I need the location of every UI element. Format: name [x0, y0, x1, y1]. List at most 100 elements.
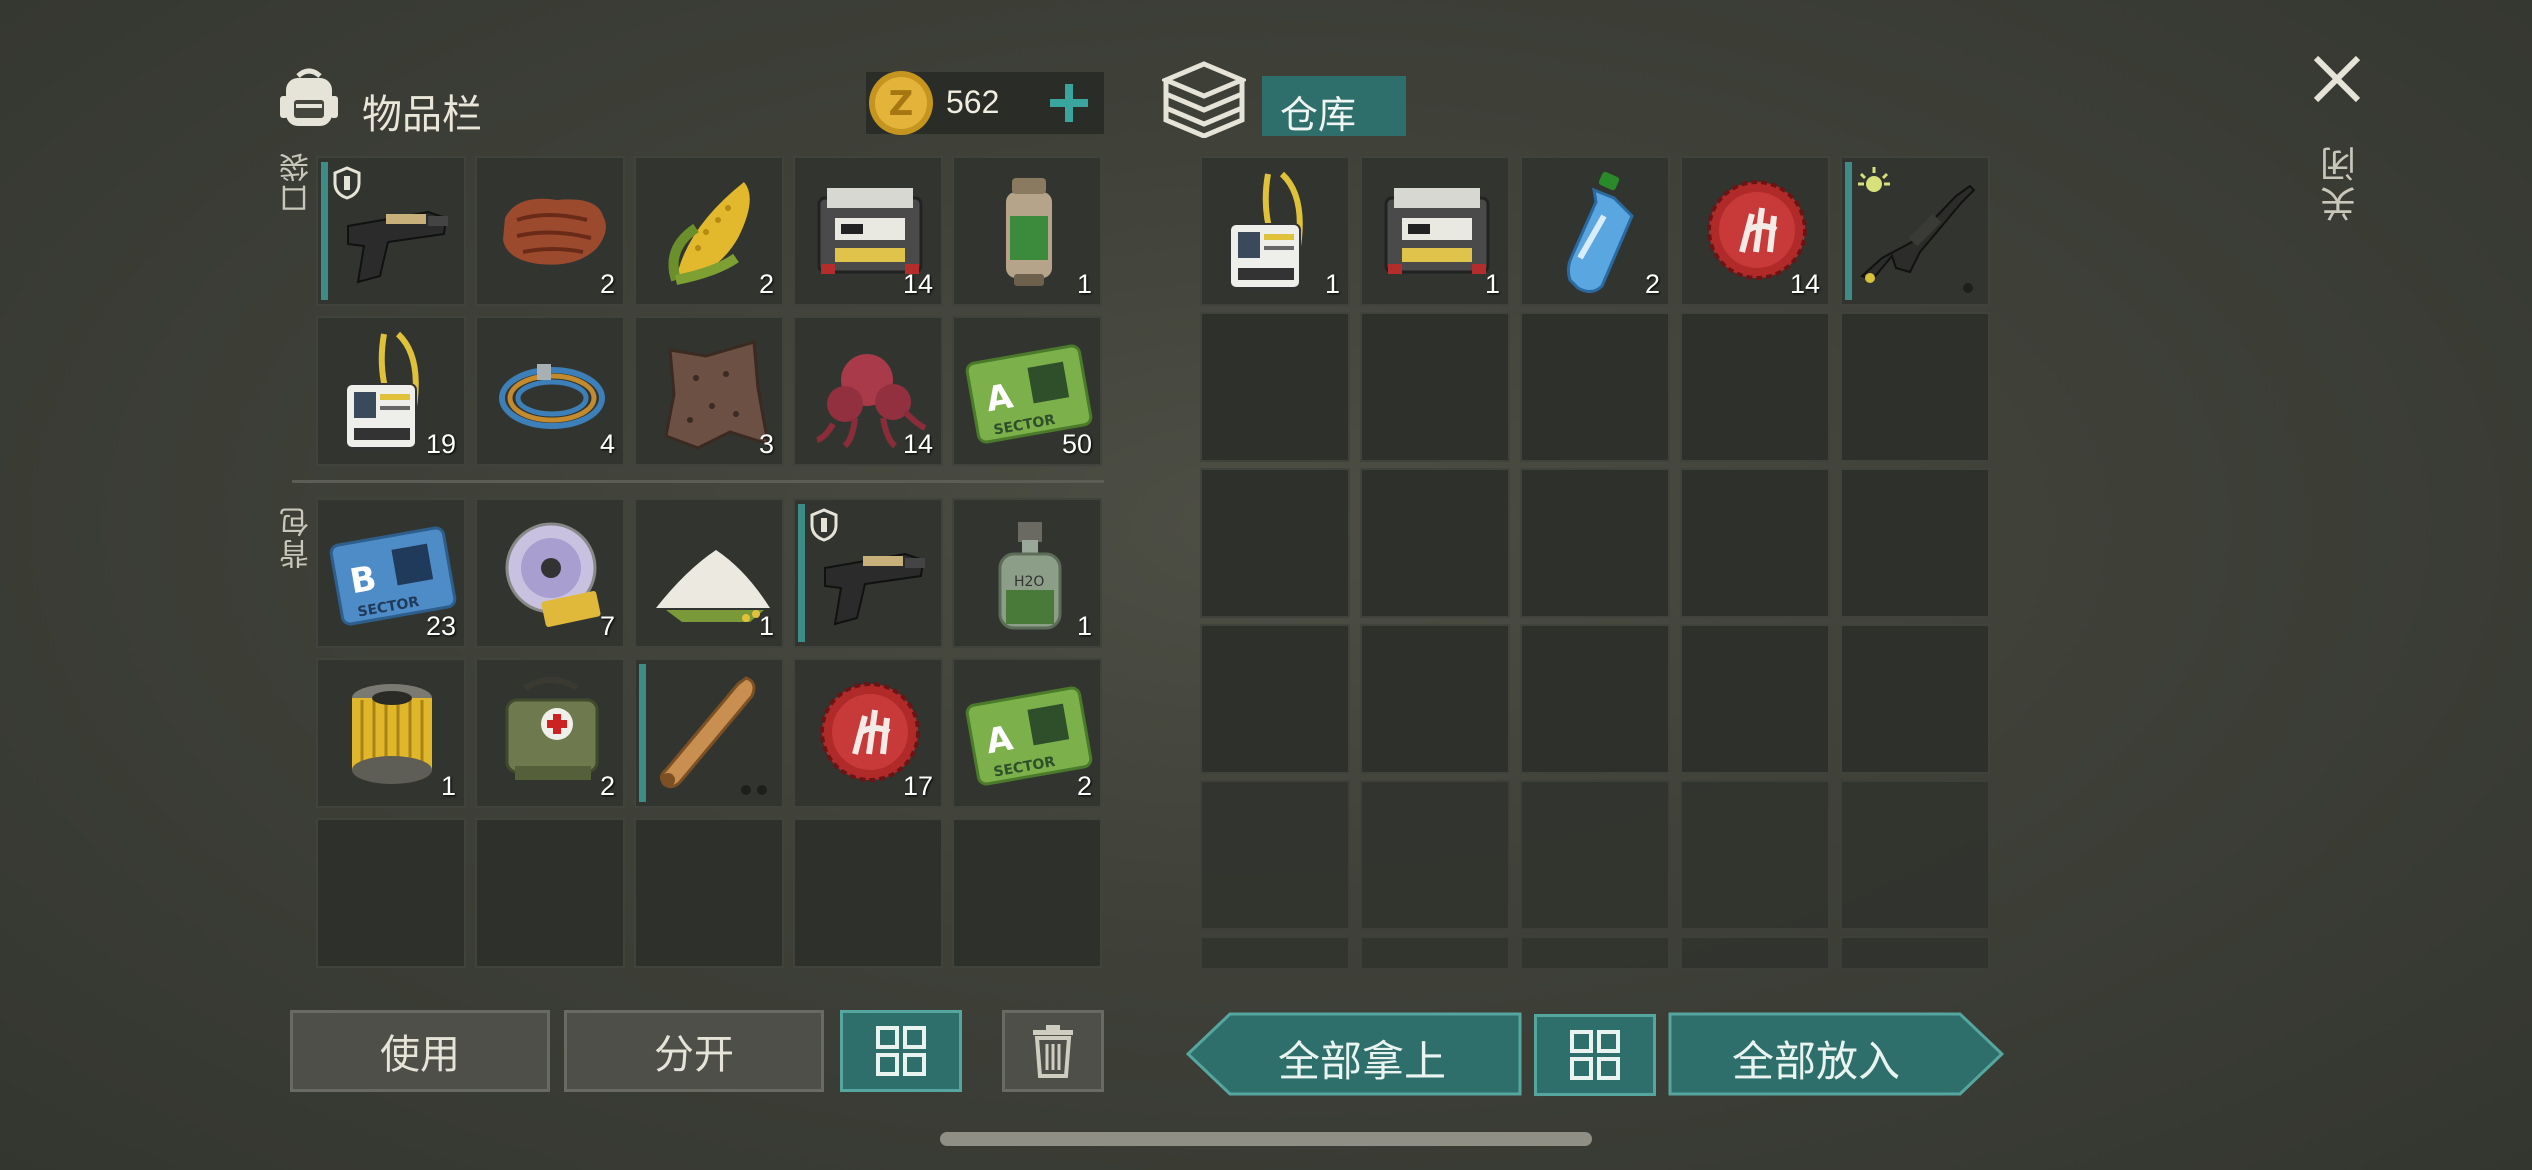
coin-amount: 562 [946, 84, 1000, 120]
storage.items-item-slot[interactable]: 2 [1520, 156, 1670, 306]
item-quantity: 23 [425, 611, 456, 641]
item-quantity: 2 [758, 269, 774, 299]
storage.items-empty-slot[interactable] [1200, 312, 1350, 462]
storage.items-empty-slot[interactable] [1360, 780, 1510, 930]
flour-pile-icon [656, 550, 770, 622]
inventory.pocket-item-slot[interactable] [316, 156, 466, 306]
inventory.pocket-item-slot[interactable]: 3 [634, 316, 784, 466]
inventory.backpack-item-slot[interactable]: A SECTOR 2 [952, 658, 1102, 808]
inventory.backpack-empty-slot[interactable] [634, 818, 784, 968]
close-button[interactable]: 关闭 [2308, 50, 2366, 230]
inventory.backpack-item-slot[interactable]: 2 [475, 658, 625, 808]
inventory.pocket-item-slot[interactable]: 19 [316, 316, 466, 466]
item-quantity: 1 [440, 771, 456, 801]
sort-inventory-button[interactable] [840, 1010, 962, 1092]
storage.items-empty-slot[interactable] [1360, 624, 1510, 774]
disc-icon [505, 522, 601, 627]
take-all-label: 全部拿上 [1278, 1037, 1447, 1086]
shield-icon [810, 508, 838, 542]
storage.items-empty-slot[interactable] [1680, 312, 1830, 462]
inventory.backpack-empty-slot[interactable] [952, 818, 1102, 968]
inventory.backpack-item-slot[interactable]: 7 [475, 498, 625, 648]
storage.items-empty-slot[interactable] [1840, 468, 1990, 618]
storage.items-empty-slot[interactable] [1680, 936, 1830, 970]
inventory.pocket-item-slot[interactable]: 2 [634, 156, 784, 306]
storage.items-empty-slot[interactable] [1520, 624, 1670, 774]
inventory.backpack-item-slot[interactable]: B SECTOR 23 [316, 498, 466, 648]
storage.items-empty-slot[interactable] [1520, 468, 1670, 618]
inventory.pocket-item-slot[interactable]: 14 [793, 156, 943, 306]
storage.items-empty-slot[interactable] [1680, 468, 1830, 618]
sector-a-card-icon: ASECTOR [965, 686, 1093, 786]
inventory.backpack-item-slot[interactable]: 1 [316, 658, 466, 808]
pocket-section-label: 口袋 [280, 150, 315, 214]
item-quantity: 2 [599, 771, 615, 801]
storage.items-empty-slot[interactable] [1520, 312, 1670, 462]
sort-storage-button[interactable] [1534, 1014, 1656, 1096]
shield-icon [333, 166, 361, 200]
storage.items-empty-slot[interactable] [1360, 468, 1510, 618]
item-quantity: 2 [1076, 771, 1092, 801]
corn-icon [668, 182, 750, 285]
inventory.pocket-item-slot[interactable]: 2 [475, 156, 625, 306]
inventory.backpack-item-slot[interactable] [793, 498, 943, 648]
storage.items-item-slot[interactable]: 14 [1680, 156, 1830, 306]
grid-sort-icon [876, 1026, 926, 1076]
inventory.pocket-item-slot[interactable]: A SECTOR 50 [952, 316, 1102, 466]
storage.items-empty-slot[interactable] [1360, 312, 1510, 462]
storage.items-empty-slot[interactable] [1200, 468, 1350, 618]
item-quantity: 14 [902, 269, 933, 299]
storage.items-empty-slot[interactable] [1680, 780, 1830, 930]
storage.items-item-slot[interactable]: 1 [1360, 156, 1510, 306]
inventory.pocket-item-slot[interactable]: 14 [793, 316, 943, 466]
close-label: 关闭 [2321, 142, 2362, 222]
inventory.backpack-empty-slot[interactable] [316, 818, 466, 968]
storage.items-empty-slot[interactable] [1680, 624, 1830, 774]
inventory-title: 物品栏 [362, 92, 482, 138]
home-indicator [940, 1132, 1592, 1146]
storage.items-empty-slot[interactable] [1840, 780, 1990, 930]
storage.items-empty-slot[interactable] [1360, 936, 1510, 970]
storage.items-empty-slot[interactable] [1520, 936, 1670, 970]
flashlight-attachment-icon [1858, 167, 1890, 192]
storage-tab[interactable]: 仓库 [1262, 76, 1406, 137]
storage.items-item-slot[interactable] [1840, 156, 1990, 306]
item-quantity: 50 [1061, 429, 1092, 459]
steak-icon [503, 198, 606, 265]
storage.items-empty-slot[interactable] [1840, 624, 1990, 774]
storage.items-empty-slot[interactable] [1200, 780, 1350, 930]
item-quantity: 17 [902, 771, 933, 801]
storage.items-item-slot[interactable]: 1 [1200, 156, 1350, 306]
item-quantity: 1 [758, 611, 774, 641]
put-all-button[interactable]: 全部放入 [1668, 1012, 2004, 1096]
grid-sort-icon [1570, 1030, 1620, 1080]
inventory.pocket-item-slot[interactable]: 4 [475, 316, 625, 466]
canister-icon [1006, 178, 1052, 286]
item-quantity: 1 [1324, 269, 1340, 299]
inventory.backpack-empty-slot[interactable] [793, 818, 943, 968]
inventory.pocket-item-slot[interactable]: 1 [952, 156, 1102, 306]
add-coins-button[interactable] [1044, 78, 1094, 128]
storage.items-empty-slot[interactable] [1200, 624, 1350, 774]
storage.items-empty-slot[interactable] [1840, 936, 1990, 970]
storage.items-empty-slot[interactable] [1520, 780, 1670, 930]
storage-icon [1159, 60, 1249, 139]
plus-icon [1050, 84, 1088, 122]
inventory.backpack-empty-slot[interactable] [475, 818, 625, 968]
coin-icon: Z [869, 71, 933, 135]
cable-coil-icon [499, 364, 605, 429]
split-button[interactable]: 分开 [564, 1010, 824, 1092]
inventory.backpack-item-slot[interactable]: 1 [634, 498, 784, 648]
storage.items-empty-slot[interactable] [1200, 936, 1350, 970]
storage.items-empty-slot[interactable] [1840, 312, 1990, 462]
inventory.backpack-item-slot[interactable] [634, 658, 784, 808]
use-button[interactable]: 使用 [290, 1010, 550, 1092]
item-quantity: 2 [1644, 269, 1660, 299]
take-all-button[interactable]: 全部拿上 [1186, 1012, 1522, 1096]
backpack-icon [278, 66, 340, 130]
inventory.backpack-item-slot[interactable]: H2O 1 [952, 498, 1102, 648]
trash-icon [1033, 1025, 1073, 1078]
medkit-bag-icon [505, 677, 599, 780]
trash-button[interactable] [1002, 1010, 1104, 1092]
inventory.backpack-item-slot[interactable]: 17 [793, 658, 943, 808]
